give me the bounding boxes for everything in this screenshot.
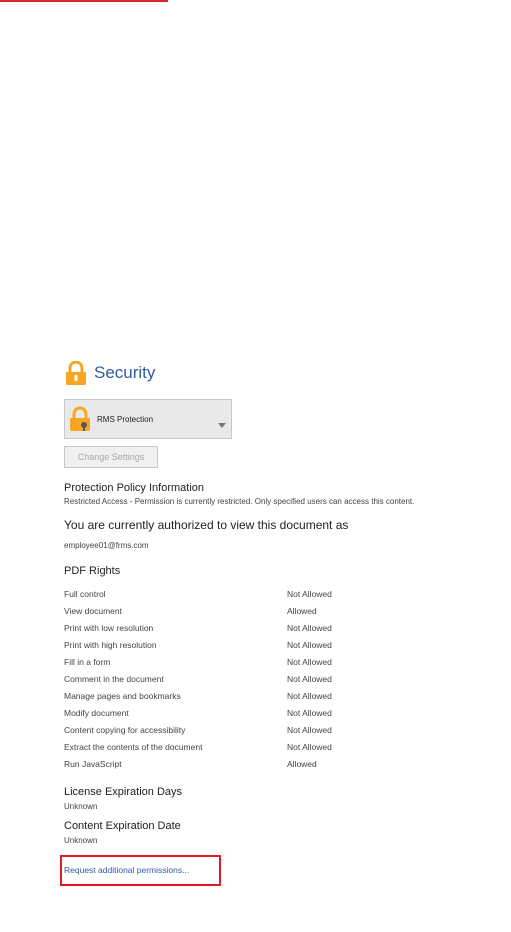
license-expiration-value: Unknown <box>64 802 98 811</box>
right-value: Not Allowed <box>287 588 332 599</box>
right-name: Run JavaScript <box>64 758 122 769</box>
rights-row: Comment in the document Not Allowed <box>64 670 509 687</box>
right-value: Not Allowed <box>287 622 332 633</box>
policy-text: Restricted Access - Permission is curren… <box>64 497 415 506</box>
license-expiration-heading: License Expiration Days <box>64 786 183 798</box>
rights-row: Print with low resolution Not Allowed <box>64 619 509 636</box>
change-settings-button[interactable]: Change Settings <box>64 446 158 468</box>
content-expiration-value: Unknown <box>64 836 98 845</box>
right-value: Not Allowed <box>287 724 332 735</box>
security-title: Security <box>94 363 156 382</box>
content-expiration-heading: Content Expiration Date <box>64 820 181 832</box>
protection-dropdown-value: RMS Protection <box>97 414 154 424</box>
request-permissions-link[interactable]: Request additional permissions... <box>64 865 189 875</box>
rights-row: Manage pages and bookmarks Not Allowed <box>64 687 509 704</box>
right-name: View document <box>64 605 122 616</box>
right-value: Not Allowed <box>287 690 332 701</box>
rights-row: View document Allowed <box>64 602 509 619</box>
right-value: Not Allowed <box>287 656 332 667</box>
request-permissions-highlight: Request additional permissions... <box>60 855 222 886</box>
top-accent-bar <box>0 0 168 2</box>
chevron-down-icon <box>218 415 226 433</box>
right-name: Print with low resolution <box>64 622 154 633</box>
right-name: Fill in a form <box>64 656 111 667</box>
right-value: Not Allowed <box>287 673 332 684</box>
rights-row: Fill in a form Not Allowed <box>64 653 509 670</box>
right-name: Modify document <box>64 707 129 718</box>
right-name: Full control <box>64 588 106 599</box>
right-name: Print with high resolution <box>64 639 157 650</box>
authorized-user: employee01@frms.com <box>64 541 149 550</box>
rights-row: Extract the contents of the document Not … <box>64 738 509 755</box>
right-value: Allowed <box>287 758 317 769</box>
policy-heading: Protection Policy Information <box>64 482 205 494</box>
authorization-heading: You are currently authorized to view thi… <box>64 518 349 532</box>
rights-row: Modify document Not Allowed <box>64 704 509 721</box>
right-name: Content copying for accessibility <box>64 724 186 735</box>
rights-row: Run JavaScript Allowed <box>64 755 509 772</box>
rights-row: Full control Not Allowed <box>64 585 509 602</box>
right-value: Not Allowed <box>287 639 332 650</box>
right-value: Allowed <box>287 605 317 616</box>
rights-row: Print with high resolution Not Allowed <box>64 636 509 653</box>
rms-lock-icon <box>69 406 93 432</box>
right-name: Manage pages and bookmarks <box>64 690 181 701</box>
lock-icon <box>64 360 88 385</box>
right-name: Comment in the document <box>64 673 164 684</box>
security-header: Security <box>64 355 509 391</box>
right-value: Not Allowed <box>287 741 332 752</box>
pdf-rights-heading: PDF Rights <box>64 565 121 577</box>
rights-row: Content copying for accessibility Not All… <box>64 721 509 738</box>
protection-dropdown[interactable]: RMS Protection <box>64 399 232 439</box>
right-name: Extract the contents of the document <box>64 741 203 752</box>
pdf-rights-list: Full control Not Allowed View document All… <box>64 585 509 772</box>
right-value: Not Allowed <box>287 707 332 718</box>
security-panel: Security RMS Protection Change Settings … <box>60 355 509 886</box>
